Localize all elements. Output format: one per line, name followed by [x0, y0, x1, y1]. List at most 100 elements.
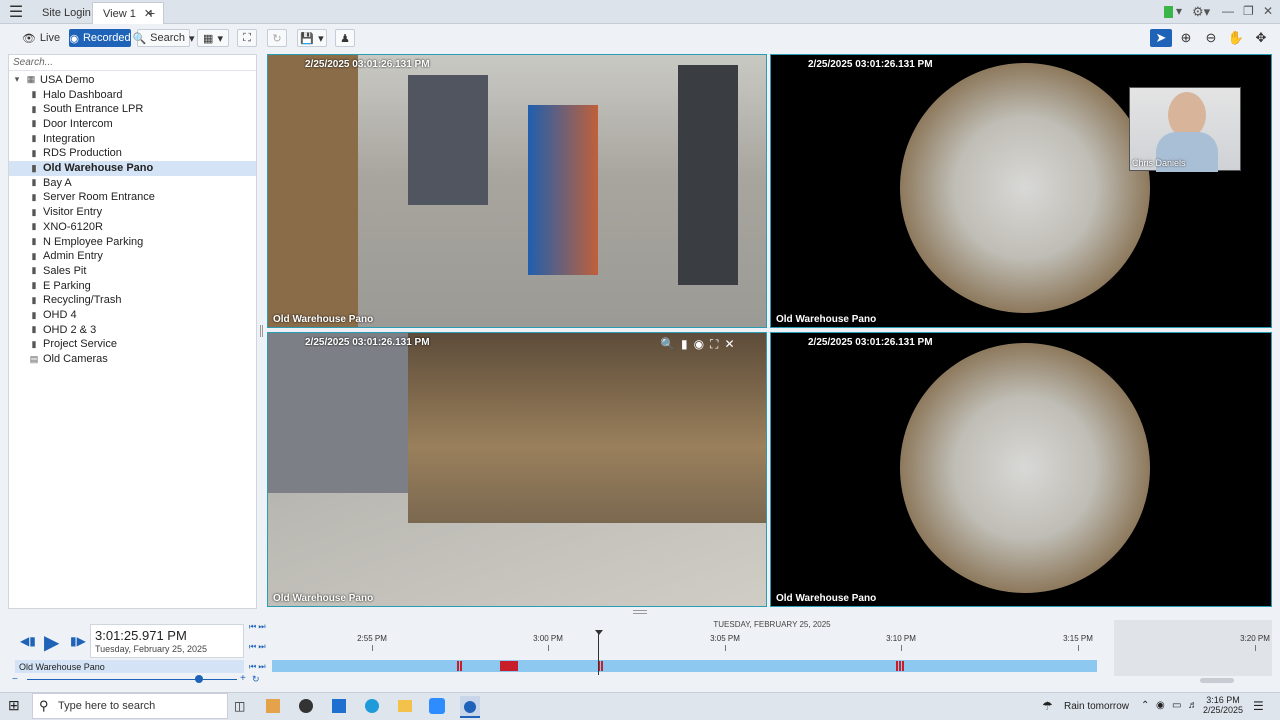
microphone-icon[interactable]: ◉	[1156, 700, 1165, 711]
tree-item[interactable]: ▤ Old Cameras	[9, 352, 256, 367]
clip-icon[interactable]: ▮	[681, 337, 688, 352]
minimize-icon[interactable]: —	[1222, 4, 1234, 18]
pan-button[interactable]: ✋	[1225, 29, 1247, 47]
step-forward-icon[interactable]: ▮▶	[70, 634, 86, 648]
tree-item[interactable]: ▮ XNO-6120R	[9, 219, 256, 234]
fullscreen-button[interactable]: ⛶	[237, 29, 257, 47]
tree-item[interactable]: ▮ OHD 4	[9, 308, 256, 323]
zoom-out-button[interactable]: ⊖	[1200, 29, 1222, 47]
live-button[interactable]: 👁 Live	[17, 29, 65, 47]
tree-item-label: Integration	[43, 132, 95, 145]
weather-text[interactable]: Rain tomorrow	[1064, 701, 1129, 712]
step-back-icon[interactable]: ◀▮	[20, 634, 36, 648]
volume-icon[interactable]: ♬	[1188, 700, 1198, 711]
zoom-out-icon[interactable]: −	[12, 674, 18, 685]
jump-controls[interactable]: ⏮ ⏭ ⏮ ⏭	[249, 622, 266, 652]
tree-item[interactable]: ▮ Halo Dashboard	[9, 87, 256, 102]
search-button[interactable]: 🔍 Search ▾	[132, 29, 195, 47]
zoom-in-button[interactable]: ⊕	[1175, 29, 1197, 47]
zoom-in-icon[interactable]: +	[240, 673, 246, 684]
expand-icon[interactable]: ▾	[12, 74, 22, 85]
tree-item[interactable]: ▮ Bay A	[9, 175, 256, 190]
edge-icon[interactable]	[365, 699, 379, 713]
tree-item[interactable]: ▮ Visitor Entry	[9, 205, 256, 220]
store-icon[interactable]	[266, 699, 280, 713]
camera-icon: ▮	[31, 103, 37, 114]
vms-app-icon[interactable]	[460, 696, 480, 718]
camera-name: Old Warehouse Pano	[273, 314, 374, 325]
tree-root[interactable]: ▾ ▦ USA Demo	[9, 72, 256, 87]
recording-bar[interactable]	[272, 660, 1097, 672]
close-icon[interactable]: ✕	[724, 337, 734, 352]
tree-search-input[interactable]: Search...	[9, 55, 256, 71]
splitter-handle[interactable]	[260, 325, 263, 337]
window-close-icon[interactable]: ✕	[1263, 4, 1273, 18]
weather-icon[interactable]: ☂	[1042, 699, 1053, 713]
camera-tile-2[interactable]: 2/25/2025 03:01:26.131 PM Old Warehouse …	[770, 54, 1272, 328]
gear-icon[interactable]: ⚙▾	[1192, 4, 1210, 20]
chevron-down-icon[interactable]: ▾	[1176, 4, 1182, 18]
tree-item[interactable]: ▮ Project Service	[9, 337, 256, 352]
menu-icon[interactable]: ☰	[0, 0, 32, 24]
tree-item[interactable]: ▮ Sales Pit	[9, 263, 256, 278]
refresh-button[interactable]: ↻	[267, 29, 287, 47]
timeline-camera-label[interactable]: Old Warehouse Pano	[15, 660, 244, 673]
taskbar-search-input[interactable]: ⚲ Type here to search	[32, 693, 228, 719]
time-display[interactable]: 3:01:25.971 PM Tuesday, February 25, 202…	[90, 624, 244, 658]
user-button[interactable]: ♟	[335, 29, 355, 47]
file-explorer-icon[interactable]	[398, 700, 412, 712]
layout-button[interactable]: ▦ ▾	[197, 29, 229, 47]
camera-tile-3[interactable]: 2/25/2025 03:01:26.131 PM Old Warehouse …	[267, 332, 767, 607]
motion-marker[interactable]	[457, 661, 462, 671]
timeline-splitter-handle[interactable]	[633, 610, 647, 614]
task-view-icon[interactable]: ◫	[234, 699, 245, 713]
play-icon[interactable]: ▶	[44, 630, 59, 655]
tab-site-login[interactable]: Site Login	[32, 2, 101, 24]
tree-item[interactable]: ▮ OHD 2 & 3	[9, 322, 256, 337]
motion-marker[interactable]	[500, 661, 518, 671]
zoom-slider-thumb[interactable]	[195, 675, 203, 683]
tree-item[interactable]: ▮ Server Room Entrance	[9, 190, 256, 205]
tree-item[interactable]: ▮ Recycling/Trash	[9, 293, 256, 308]
tree-item[interactable]: ▮ Admin Entry	[9, 249, 256, 264]
row-jump-controls[interactable]: ⏮ ⏭	[249, 662, 266, 672]
tree-item[interactable]: ▮ RDS Production	[9, 146, 256, 161]
playhead[interactable]	[598, 633, 599, 675]
tree-item[interactable]: ▮ Old Warehouse Pano	[9, 160, 256, 176]
windows-start-icon[interactable]: ⊞	[8, 697, 20, 714]
zoom-slider-track[interactable]	[27, 679, 237, 680]
camera-icon: ▮	[31, 294, 37, 305]
recorded-button[interactable]: ◉ Recorded	[69, 29, 131, 47]
playhead-handle[interactable]	[595, 630, 603, 635]
new-tab-button[interactable]: +	[147, 2, 155, 24]
pointer-tool-button[interactable]: ➤	[1150, 29, 1172, 47]
link-icon[interactable]: ↻	[252, 674, 260, 685]
maximize-icon[interactable]: ❐	[1243, 4, 1254, 18]
notification-icon[interactable]: ☰	[1253, 699, 1264, 713]
status-indicator-icon[interactable]	[1164, 6, 1173, 18]
motion-marker[interactable]	[896, 661, 905, 671]
save-view-button[interactable]: 💾 ▾	[297, 29, 327, 47]
tree-item[interactable]: ▮ Door Intercom	[9, 116, 256, 131]
crosshair-icon: ✥	[1255, 30, 1267, 45]
tree-item[interactable]: ▮ South Entrance LPR	[9, 102, 256, 117]
dell-icon[interactable]	[299, 699, 313, 713]
fullscreen-icon[interactable]: ⛶	[710, 337, 718, 352]
tree-item-label: South Entrance LPR	[43, 103, 144, 116]
tray-chevron-icon[interactable]: ⌃	[1141, 700, 1149, 711]
camera-icon[interactable]: ◉	[694, 337, 704, 352]
timeline-scrollbar[interactable]	[1200, 678, 1234, 683]
search-icon[interactable]: 🔍	[660, 337, 675, 352]
camera-tile-4[interactable]: 2/25/2025 03:01:26.131 PM Old Warehouse …	[770, 332, 1272, 607]
tree-item[interactable]: ▮ E Parking	[9, 278, 256, 293]
camera-tile-1[interactable]: 2/25/2025 03:01:26.131 PM Old Warehouse …	[267, 54, 767, 328]
clock[interactable]: 3:16 PM 2/25/2025	[1200, 695, 1246, 715]
network-icon[interactable]: ▭	[1172, 700, 1181, 711]
tree-item[interactable]: ▮ Integration	[9, 131, 256, 146]
ptz-button[interactable]: ✥	[1250, 29, 1272, 47]
zoom-app-icon[interactable]	[429, 698, 445, 714]
tree-item[interactable]: ▮ N Employee Parking	[9, 234, 256, 249]
outlook-icon[interactable]	[332, 699, 346, 713]
shelving-image	[408, 333, 766, 523]
video-call-overlay[interactable]: Chris Daniels	[1129, 87, 1241, 172]
